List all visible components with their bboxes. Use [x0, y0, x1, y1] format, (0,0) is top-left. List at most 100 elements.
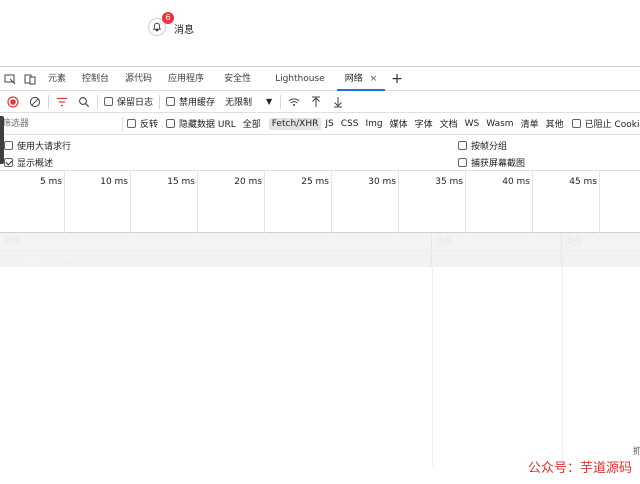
group-by-frame-checkbox[interactable]: 按帧分组	[458, 139, 507, 152]
tab-console[interactable]: 控制台	[74, 67, 117, 91]
add-tab-icon[interactable]: +	[385, 68, 409, 90]
tab-lighthouse[interactable]: Lighthouse	[263, 67, 337, 91]
filter-bar: 反转 隐藏数据 URL 全部 Fetch/XHR JS CSS Img 媒体 字…	[0, 113, 640, 135]
close-tab-icon[interactable]: ×	[370, 74, 378, 84]
throttle-select[interactable]: 无限制 ▼	[225, 95, 272, 108]
hide-data-urls-label: 隐藏数据 URL	[179, 120, 236, 130]
tab-sources[interactable]: 源代码	[117, 67, 160, 91]
large-rows-checkbox[interactable]: 使用大请求行	[4, 139, 71, 152]
filter-type-js[interactable]: JS	[322, 118, 336, 130]
devtools-tabbar: 元素 控制台 源代码 应用程序 安全性 Lighthouse 网络 × +	[0, 66, 640, 91]
checkbox-box[interactable]	[458, 141, 467, 150]
filter-type-ws[interactable]: WS	[462, 118, 483, 130]
checkbox-box[interactable]	[4, 141, 13, 150]
timeline-tick-label: 40 ms	[502, 177, 530, 187]
drawer-handle[interactable]	[0, 116, 4, 164]
timeline-tick-label: 25 ms	[301, 177, 329, 187]
watermark-text: 公众号：芋道源码	[527, 461, 632, 476]
filter-type-fetch-xhr[interactable]: Fetch/XHR	[268, 117, 322, 130]
column-header-status[interactable]: 状态	[432, 233, 562, 250]
timeline-gridline	[197, 171, 198, 233]
timeline-tick-label: 30 ms	[368, 177, 396, 187]
timeline-tick-label: 15 ms	[167, 177, 195, 187]
blocked-cookies-label: 已阻止 Cookie	[584, 120, 640, 130]
filter-input[interactable]	[0, 115, 123, 132]
invert-label: 反转	[140, 120, 159, 130]
checkbox-box[interactable]	[571, 119, 581, 128]
wifi-settings-icon[interactable]	[283, 91, 305, 113]
filter-type-css[interactable]: CSS	[338, 118, 362, 130]
timeline-tick-label: 10 ms	[100, 177, 128, 187]
filter-type-manifest[interactable]: 清单	[518, 116, 542, 131]
tab-network-label: 网络	[344, 73, 363, 84]
toolbar-divider	[48, 94, 49, 109]
timeline-gridline	[130, 171, 131, 233]
request-table-body	[0, 267, 640, 467]
invert-checkbox[interactable]: 反转	[127, 117, 158, 130]
filter-icon[interactable]	[51, 91, 73, 113]
export-har-icon[interactable]	[327, 91, 349, 113]
inspect-element-icon[interactable]	[0, 69, 20, 89]
request-status-cell: 200	[432, 251, 562, 267]
notification-badge: 6	[162, 12, 174, 24]
capture-screenshots-checkbox[interactable]: 捕获屏幕截图	[458, 156, 525, 169]
tab-application[interactable]: 应用程序	[160, 67, 212, 91]
toolbar-divider	[280, 94, 282, 109]
tab-security[interactable]: 安全性	[212, 67, 263, 91]
tab-elements[interactable]: 元素	[40, 67, 74, 91]
timeline-overview[interactable]: 5 ms 10 ms 15 ms 20 ms 25 ms 30 ms 35 ms…	[0, 171, 640, 233]
record-icon[interactable]	[2, 91, 24, 113]
checkbox-box[interactable]	[127, 119, 136, 128]
web-page-header: 6 消息	[0, 0, 640, 66]
network-toolbar: 保留日志 禁用缓存 无限制 ▼	[0, 91, 640, 113]
filter-type-img[interactable]: Img	[362, 118, 385, 130]
group-by-frame-label: 按帧分组	[471, 142, 508, 152]
devtools-panel: 元素 控制台 源代码 应用程序 安全性 Lighthouse 网络 × + 保留…	[0, 66, 640, 484]
preserve-log-checkbox[interactable]: 保留日志	[104, 95, 153, 108]
column-header-type[interactable]: 类型	[562, 233, 640, 250]
timeline-gridline	[331, 171, 332, 233]
search-icon[interactable]	[73, 91, 95, 113]
checkbox-box[interactable]	[166, 119, 176, 128]
timeline-tick-label: 45 ms	[569, 177, 597, 187]
column-header-name[interactable]: 名称	[0, 233, 432, 250]
timeline-tick-label: 20 ms	[234, 177, 262, 187]
disable-cache-checkbox[interactable]: 禁用缓存	[166, 95, 215, 108]
message-link[interactable]: 消息	[174, 21, 194, 36]
tab-network[interactable]: 网络 ×	[336, 66, 386, 91]
show-overview-label: 显示概述	[17, 159, 54, 169]
column-divider	[432, 267, 433, 467]
filter-type-other[interactable]: 其他	[543, 116, 567, 131]
import-har-icon[interactable]	[305, 91, 327, 113]
preserve-log-label: 保留日志	[117, 98, 154, 108]
timeline-gridline	[599, 171, 600, 233]
show-overview-checkbox[interactable]: 显示概述	[4, 156, 53, 169]
hide-data-urls-checkbox[interactable]: 隐藏数据 URL	[166, 117, 236, 130]
filter-type-doc[interactable]: 文档	[437, 116, 461, 131]
table-row[interactable]: message/Count 200 xhr	[0, 251, 640, 267]
capture-screenshots-label: 捕获屏幕截图	[471, 159, 526, 169]
column-divider	[562, 267, 563, 467]
clear-icon[interactable]	[24, 91, 46, 113]
checkbox-box-checked[interactable]	[4, 158, 13, 167]
request-type-cell: xhr	[565, 254, 580, 264]
request-table-header: 名称 状态 类型	[0, 233, 640, 251]
disable-cache-label: 禁用缓存	[179, 98, 216, 108]
device-toolbar-icon[interactable]	[20, 69, 40, 89]
filter-type-wasm[interactable]: Wasm	[483, 118, 516, 130]
toolbar-divider	[159, 94, 161, 109]
checkbox-box[interactable]	[458, 158, 467, 167]
filter-type-media[interactable]: 媒体	[387, 116, 411, 131]
throttle-value: 无限制	[225, 98, 253, 108]
filter-type-all[interactable]: 全部	[240, 116, 264, 131]
filter-type-font[interactable]: 字体	[412, 116, 436, 131]
checkbox-box[interactable]	[104, 97, 113, 106]
options-bar: 使用大请求行 显示概述 按帧分组 捕获屏幕截图	[0, 135, 640, 171]
timeline-gridline	[398, 171, 399, 233]
large-rows-label: 使用大请求行	[17, 142, 72, 152]
timeline-tick-label: 35 ms	[435, 177, 463, 187]
timeline-gridline	[64, 171, 65, 233]
blocked-cookies-checkbox[interactable]: 已阻止 Cookie	[571, 117, 640, 130]
checkbox-box[interactable]	[166, 97, 176, 106]
timeline-gridline	[465, 171, 466, 233]
